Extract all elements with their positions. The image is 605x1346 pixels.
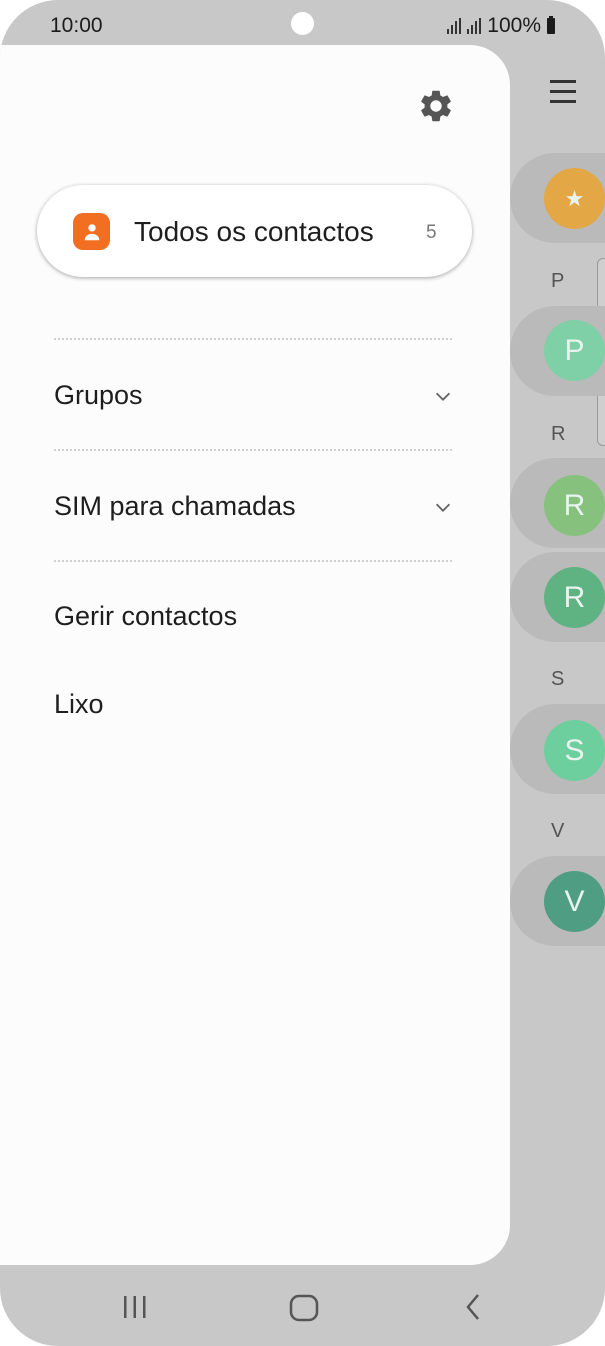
chevron-down-icon <box>435 503 451 512</box>
divider <box>54 338 452 340</box>
system-nav-bar <box>0 1266 605 1346</box>
divider <box>54 560 452 562</box>
section-header: P <box>551 270 565 292</box>
person-icon <box>73 213 110 250</box>
all-contacts-count: 5 <box>426 222 437 243</box>
drawer-item-sim[interactable]: SIM para chamadas <box>54 478 454 538</box>
signal-icon <box>447 18 462 34</box>
avatar: R <box>544 475 605 536</box>
drawer-item-trash[interactable]: Lixo <box>54 676 454 736</box>
front-camera <box>291 12 314 35</box>
battery-icon <box>547 16 555 34</box>
avatar: P <box>544 320 605 381</box>
phone-screen: 10:00 100% ★ P P R R R S S V V Todos os … <box>0 0 605 1346</box>
menu-icon[interactable] <box>550 78 578 104</box>
signal-icon <box>467 18 482 34</box>
drawer-item-label: SIM para chamadas <box>54 491 296 521</box>
status-right: 100% <box>447 14 555 38</box>
drawer-item-label: Gerir contactos <box>54 601 238 631</box>
gear-icon[interactable] <box>417 87 455 125</box>
favourites-avatar: ★ <box>544 168 605 229</box>
section-header: S <box>551 668 565 690</box>
drawer-item-label: Lixo <box>54 689 104 719</box>
avatar: V <box>544 871 605 932</box>
divider <box>54 449 452 451</box>
battery-percent: 100% <box>487 14 541 37</box>
status-time: 10:00 <box>50 14 103 37</box>
back-icon[interactable] <box>461 1292 487 1322</box>
section-header: V <box>551 820 565 842</box>
chevron-down-icon <box>435 392 451 401</box>
drawer-item-label: Grupos <box>54 380 143 410</box>
drawer-item-manage-contacts[interactable]: Gerir contactos <box>54 588 454 648</box>
navigation-drawer: Todos os contactos 5 Grupos SIM para cha… <box>0 45 510 1265</box>
section-header: R <box>551 423 566 445</box>
avatar: S <box>544 720 605 781</box>
recents-icon[interactable] <box>120 1292 150 1322</box>
drawer-item-groups[interactable]: Grupos <box>54 367 454 427</box>
all-contacts-button[interactable]: Todos os contactos 5 <box>37 185 472 277</box>
all-contacts-label: Todos os contactos <box>134 216 374 247</box>
avatar: R <box>544 567 605 628</box>
home-icon[interactable] <box>288 1292 320 1324</box>
